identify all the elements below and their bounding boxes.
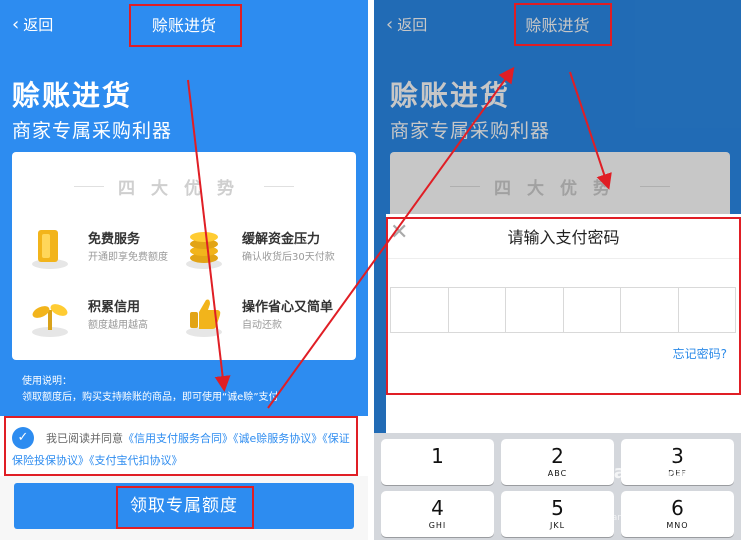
left-phone-screen: ‹ 返回 赊账进货 赊账进货 商家专属采购利器 四大优势 免费服务 开通即享免费… xyxy=(0,0,368,540)
feature-desc: 确认收货后30天付款 xyxy=(242,252,335,263)
advantages-card: 四大优势 免费服务 开通即享免费额度 缓解资金压力 确认收货后30天付款 积累信… xyxy=(12,152,356,360)
heading-divider-right xyxy=(264,186,294,187)
feature-desc: 自动还款 xyxy=(242,320,282,331)
highlight-agreement-box xyxy=(4,416,358,476)
usage-label: 使用说明： xyxy=(22,376,72,387)
highlight-cta-box xyxy=(116,486,254,529)
feature-title: 操作省心又简单 xyxy=(242,300,334,315)
thumbs-up-icon xyxy=(186,299,222,337)
usage-text: 领取额度后，购买支持赊账的商品，即可使用“诚e赊”支付 xyxy=(22,392,279,403)
coin-stack-icon xyxy=(186,232,222,269)
highlight-title-box xyxy=(514,3,612,46)
feature-build-credit: 积累信用 额度越用越高 xyxy=(30,292,200,342)
feature-free-service: 免费服务 开通即享免费额度 xyxy=(30,224,200,274)
hero-title: 赊账进货 xyxy=(12,79,133,112)
key-1[interactable]: 1 xyxy=(381,439,494,485)
feature-desc: 开通即享免费额度 xyxy=(88,252,168,263)
key-letters: GHI xyxy=(428,521,447,530)
screenshot-stage: ‹ 返回 赊账进货 赊账进货 商家专属采购利器 四大优势 免费服务 开通即享免费… xyxy=(0,0,741,540)
feature-cash-relief: 缓解资金压力 确认收货后30天付款 xyxy=(184,224,354,274)
key-4[interactable]: 4 GHI xyxy=(381,491,494,537)
key-letters: ABC xyxy=(547,469,568,478)
heading-divider-left xyxy=(74,186,104,187)
sprout-icon xyxy=(32,304,68,337)
hero-subtitle: 商家专属采购利器 xyxy=(12,120,173,142)
advantages-heading: 四大优势 xyxy=(12,174,356,199)
key-number: 1 xyxy=(431,444,444,468)
feature-title: 免费服务 xyxy=(88,232,141,247)
key-number: 2 xyxy=(551,444,564,468)
feature-title: 积累信用 xyxy=(88,300,141,315)
key-number: 4 xyxy=(431,496,444,520)
numeric-keypad: 1 2 ABC 3 DEF 4 GHI 5 JKL 6 MNO xyxy=(374,433,741,540)
highlight-title-box xyxy=(129,4,242,47)
usage-notes: 使用说明： 领取额度后，购买支持赊账的商品，即可使用“诚e赊”支付 xyxy=(22,374,279,406)
feature-title: 缓解资金压力 xyxy=(242,232,321,247)
baidu-watermark-url: jingyan.baidu.com xyxy=(590,513,674,523)
feature-simple-operation: 操作省心又简单 自动还款 xyxy=(184,292,354,342)
gold-bar-icon xyxy=(32,230,68,269)
highlight-sheet-box xyxy=(386,217,741,395)
baidu-watermark-logo: Baidu经验 xyxy=(600,462,694,483)
advantages-heading-text: 四大优势 xyxy=(118,179,250,199)
feature-desc: 额度越用越高 xyxy=(88,320,148,331)
key-2[interactable]: 2 ABC xyxy=(501,439,614,485)
